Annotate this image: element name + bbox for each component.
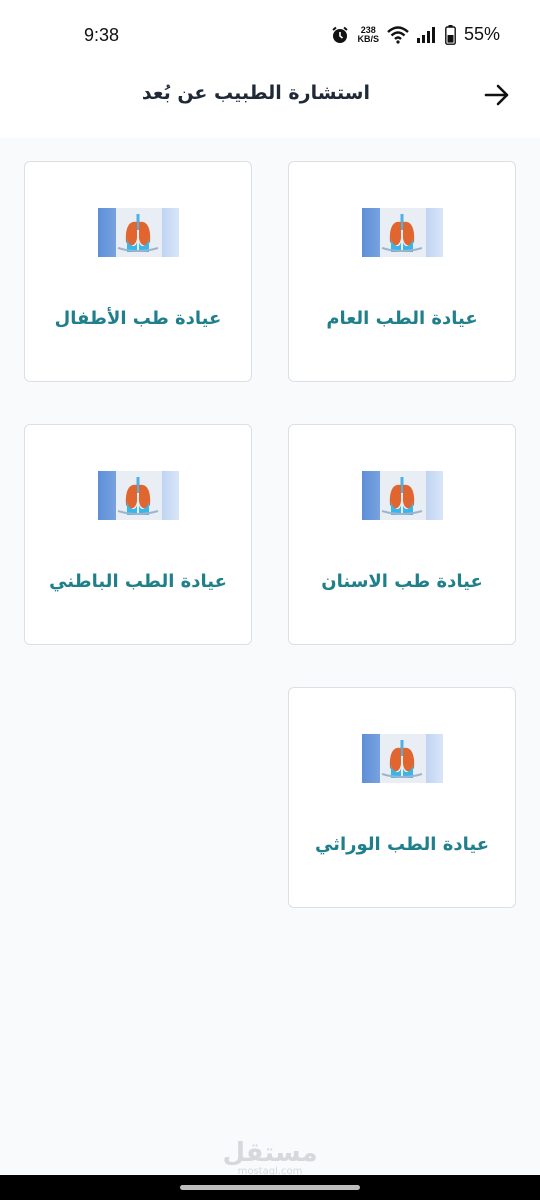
battery-percent: 55% [463, 24, 500, 44]
lungs-doctor-image [362, 471, 443, 520]
watermark: مستقل mostaql.com [0, 1140, 540, 1177]
system-nav-bar [0, 1175, 540, 1200]
clinic-label: عيادة الطب الباطني [49, 571, 227, 592]
lungs-doctor-image [362, 734, 443, 783]
wifi-icon [387, 25, 409, 44]
clinic-card-general[interactable]: عيادة الطب العام [288, 161, 516, 382]
clinic-card-pediatrics[interactable]: عيادة طب الأطفال [24, 161, 252, 382]
lungs-doctor-image [98, 471, 179, 520]
status-time: 9:38 [84, 25, 120, 45]
clinic-label: عيادة طب الأطفال [54, 308, 222, 329]
alarm-icon [332, 26, 349, 43]
network-speed: 238 KB/S [357, 25, 379, 44]
net-speed-unit: KB/S [357, 33, 379, 44]
clinic-label: عيادة طب الاسنان [321, 571, 483, 592]
battery-icon [445, 24, 456, 45]
clinic-card-internal[interactable]: عيادة الطب الباطني [24, 424, 252, 645]
signal-icon [416, 26, 435, 43]
clinic-label: عيادة الطب الوراثي [314, 834, 490, 855]
status-icons: 238 KB/S 55% [331, 24, 500, 45]
clinics-grid: عيادة الطب العام عيادة طب الأطفال عيادة … [24, 161, 516, 908]
clinic-label: عيادة الطب العام [326, 308, 478, 329]
clinic-card-dental[interactable]: عيادة طب الاسنان [288, 424, 516, 645]
status-bar: 9:38 238 KB/S 55% [0, 0, 540, 72]
lungs-doctor-image [362, 208, 443, 257]
home-gesture-handle[interactable] [180, 1185, 360, 1190]
back-button[interactable] [482, 80, 512, 110]
watermark-arabic: مستقل [222, 1138, 318, 1168]
arrow-right-icon [484, 84, 509, 106]
page-title: استشارة الطبيب عن بُعد [141, 82, 370, 104]
lungs-doctor-image [98, 208, 179, 257]
clinic-card-genetics[interactable]: عيادة الطب الوراثي [288, 687, 516, 908]
app-header: استشارة الطبيب عن بُعد [0, 72, 540, 138]
